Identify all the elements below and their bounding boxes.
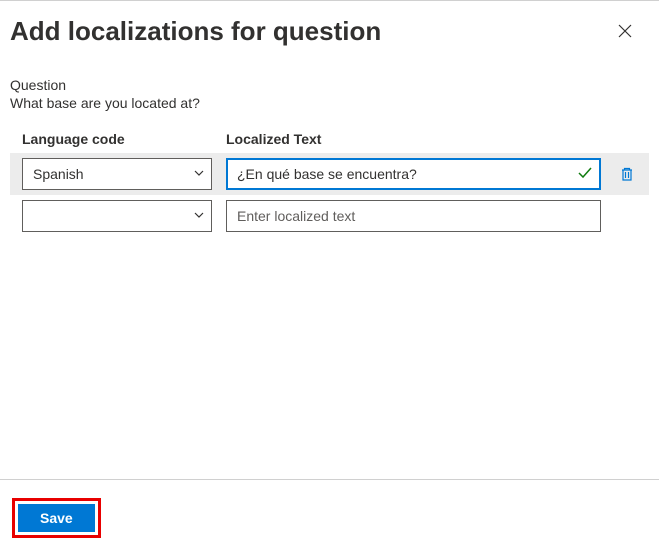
localized-text-input[interactable] xyxy=(237,208,594,224)
question-label: Question xyxy=(10,77,649,93)
localized-text-input[interactable] xyxy=(237,166,577,182)
question-text: What base are you located at? xyxy=(10,95,649,111)
localized-text-field[interactable] xyxy=(226,158,601,190)
save-highlight: Save xyxy=(12,498,101,538)
chevron-down-icon xyxy=(193,208,205,224)
language-select[interactable] xyxy=(22,200,212,232)
close-icon xyxy=(618,24,632,38)
chevron-down-icon xyxy=(193,166,205,182)
close-button[interactable] xyxy=(609,15,641,47)
page-title: Add localizations for question xyxy=(10,16,381,47)
localization-row: Spanish xyxy=(10,153,649,195)
language-select-value: Spanish xyxy=(33,166,193,182)
localized-text-field[interactable] xyxy=(226,200,601,232)
delete-row-button[interactable] xyxy=(615,162,639,186)
column-header-language: Language code xyxy=(22,131,212,147)
localization-row xyxy=(10,195,649,237)
trash-icon xyxy=(619,166,635,182)
checkmark-icon xyxy=(577,165,593,184)
column-header-localized-text: Localized Text xyxy=(226,131,649,147)
save-button[interactable]: Save xyxy=(18,504,95,532)
language-select[interactable]: Spanish xyxy=(22,158,212,190)
